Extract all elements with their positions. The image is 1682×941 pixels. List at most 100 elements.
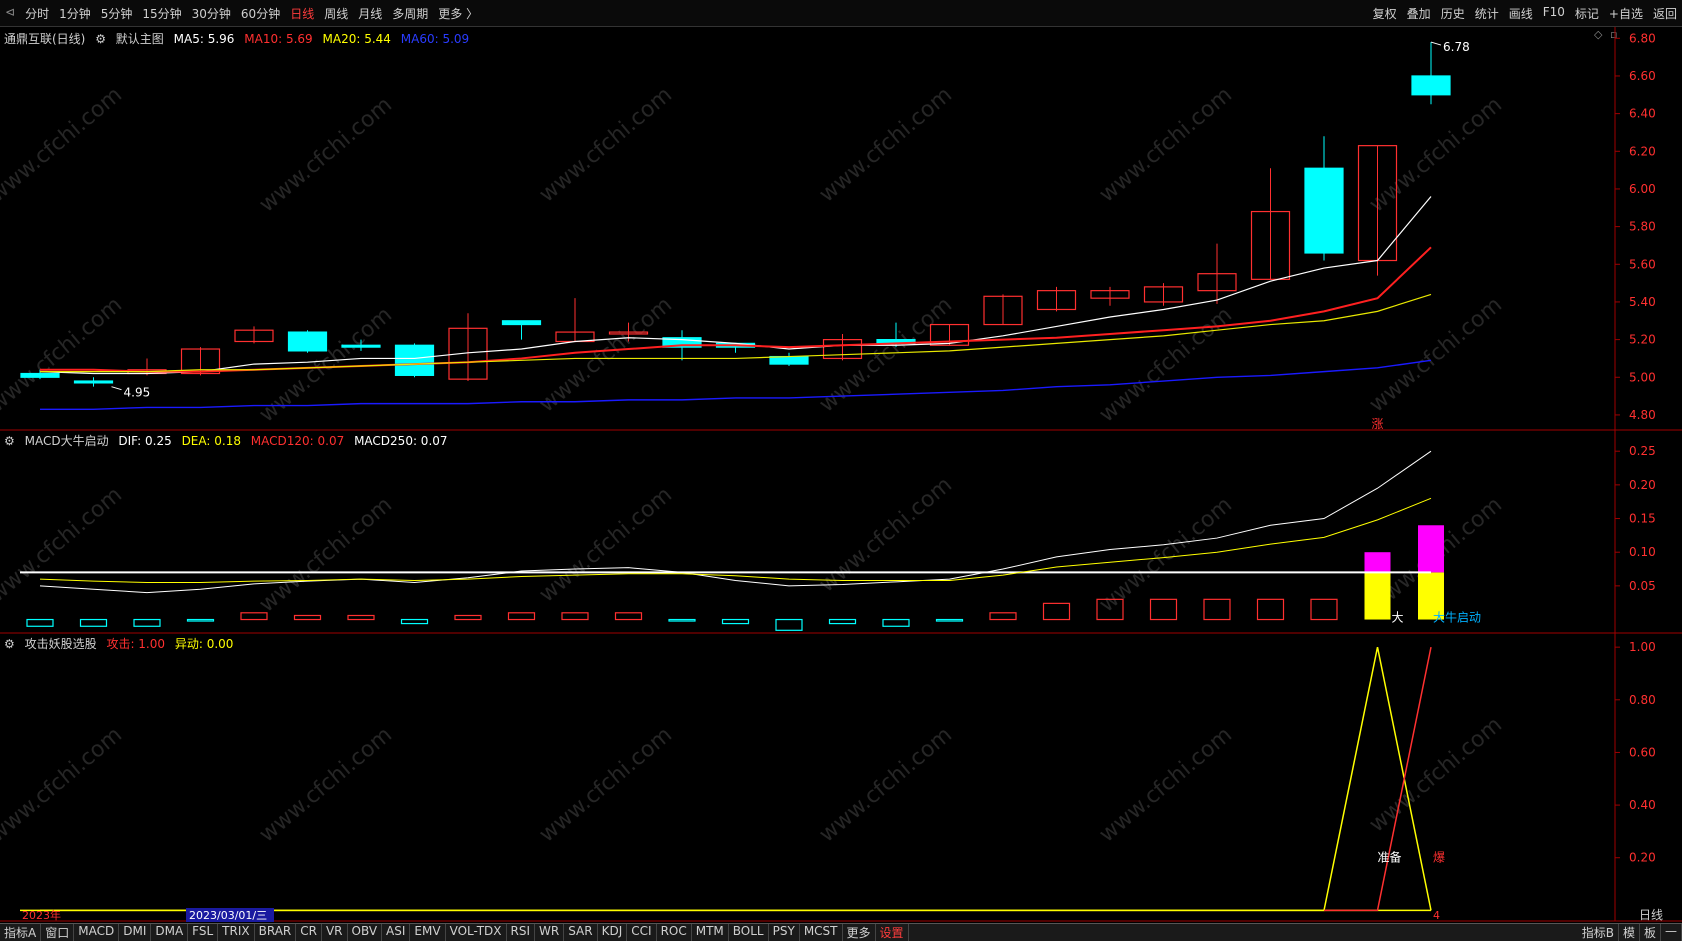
indicator-tab-10[interactable]: OBV bbox=[348, 924, 383, 941]
ready-label: 准备 bbox=[1377, 851, 1401, 865]
indicator-tab-20[interactable]: MTM bbox=[692, 924, 729, 941]
indicator-tab-5[interactable]: FSL bbox=[188, 924, 219, 941]
template-name[interactable]: 默认主图 bbox=[116, 32, 164, 46]
macd-bar bbox=[26, 618, 54, 627]
year-label: 2023年 bbox=[22, 908, 61, 922]
chart-annotations: 6.78 4.95 涨大 大牛启动准备 爆 2023年 2023/03/01/三 4 日线 bbox=[22, 40, 1663, 922]
period-tab-2[interactable]: 5分钟 bbox=[96, 5, 138, 22]
toolbar-button-8[interactable]: 返回 bbox=[1648, 5, 1682, 22]
period-tab-0[interactable]: 分时 bbox=[20, 5, 54, 22]
candle-body bbox=[1250, 210, 1291, 280]
indicator-tab-15[interactable]: WR bbox=[535, 924, 565, 941]
attack-tick-label: 0.20 bbox=[1629, 851, 1656, 865]
candle-body bbox=[1304, 167, 1344, 254]
candle-body bbox=[287, 331, 328, 352]
bottom-right-button-0[interactable]: 指标B bbox=[1578, 924, 1619, 941]
macd-settings-icon[interactable]: ⚙ bbox=[4, 434, 15, 448]
indicator-tab-21[interactable]: BOLL bbox=[729, 924, 769, 941]
candle-body bbox=[608, 331, 649, 335]
period-tab-3[interactable]: 15分钟 bbox=[137, 5, 186, 22]
big-bull-bar-magenta bbox=[1364, 552, 1391, 573]
toolbar-button-5[interactable]: F10 bbox=[1538, 5, 1570, 22]
watermark-text: www.cfchi.com bbox=[535, 722, 677, 847]
bottom-right-button-2[interactable]: 板 bbox=[1640, 924, 1661, 941]
price-tick-label: 4.80 bbox=[1629, 408, 1656, 422]
watermark-text: www.cfchi.com bbox=[1095, 722, 1237, 847]
attack-indicator-name[interactable]: 攻击妖股选股 bbox=[25, 637, 97, 651]
toolbar-button-3[interactable]: 统计 bbox=[1470, 5, 1504, 22]
macd-bar bbox=[507, 612, 536, 621]
indicator-tab-4[interactable]: DMA bbox=[151, 924, 189, 941]
attack-settings-icon[interactable]: ⚙ bbox=[4, 637, 15, 651]
indicator-tab-13[interactable]: VOL-TDX bbox=[446, 924, 507, 941]
candle bbox=[769, 352, 809, 366]
macd-bar bbox=[561, 612, 589, 621]
indicator-tab-6[interactable]: TRIX bbox=[218, 924, 255, 941]
indicator-tab-24[interactable]: 更多 bbox=[843, 924, 876, 941]
dea-line bbox=[39, 497, 1432, 583]
menu-icon[interactable]: ▫ bbox=[1610, 28, 1617, 41]
candle-body bbox=[73, 380, 114, 384]
candle-body bbox=[662, 337, 702, 348]
settings-icon[interactable]: ⚙ bbox=[95, 32, 106, 46]
stock-name[interactable]: 通鼎互联(日线) bbox=[4, 32, 85, 46]
bottom-right-button-1[interactable]: 模 bbox=[1619, 924, 1640, 941]
period-tab-4[interactable]: 30分钟 bbox=[187, 5, 236, 22]
period-tab-8[interactable]: 月线 bbox=[353, 5, 387, 22]
stock-chart[interactable]: www.cfchi.com www.cfchi.com www.cfchi.com w… bbox=[0, 0, 1682, 940]
indicator-tab-9[interactable]: VR bbox=[322, 924, 348, 941]
toolbar-button-1[interactable]: 叠加 bbox=[1402, 5, 1436, 22]
bottom-right-button-3[interactable]: — bbox=[1661, 924, 1682, 941]
indicator-tab-3[interactable]: DMI bbox=[119, 924, 152, 941]
indicator-tab-22[interactable]: PSY bbox=[769, 924, 800, 941]
macd-bar bbox=[1096, 598, 1124, 621]
watermark-text: www.cfchi.com bbox=[255, 722, 397, 847]
candle-body bbox=[20, 372, 60, 378]
indicator-tab-12[interactable]: EMV bbox=[410, 924, 446, 941]
indicator-tab-11[interactable]: ASI bbox=[382, 924, 411, 941]
period-tab-9[interactable]: 多周期 bbox=[387, 5, 433, 22]
main-chart-title: 通鼎互联(日线) ⚙ 默认主图 MA5: 5.96 MA10: 5.69 MA2… bbox=[4, 30, 475, 47]
candle bbox=[555, 298, 595, 343]
abnormal-value: 异动: 0.00 bbox=[174, 637, 234, 651]
watermark-text: www.cfchi.com bbox=[255, 92, 397, 217]
watermark-text: www.cfchi.com bbox=[815, 472, 957, 597]
macd-bar bbox=[1256, 598, 1285, 621]
period-tab-10[interactable]: 更多 〉 bbox=[433, 5, 483, 22]
big-bull-bar-magenta bbox=[1418, 525, 1444, 573]
toolbar-button-6[interactable]: 标记 bbox=[1570, 5, 1604, 22]
month-label: 4 bbox=[1433, 909, 1440, 922]
attack-tick-label: 0.40 bbox=[1629, 798, 1656, 812]
indicator-tab-17[interactable]: KDJ bbox=[598, 924, 628, 941]
period-tab-1[interactable]: 1分钟 bbox=[54, 5, 96, 22]
price-tick-label: 5.00 bbox=[1629, 370, 1656, 384]
indicator-tab-16[interactable]: SAR bbox=[564, 924, 598, 941]
indicator-tab-23[interactable]: MCST bbox=[800, 924, 843, 941]
macd-bar bbox=[454, 614, 482, 621]
toolbar-button-7[interactable]: +自选 bbox=[1604, 5, 1648, 22]
indicator-tab-8[interactable]: CR bbox=[296, 924, 322, 941]
indicator-tab-7[interactable]: BRAR bbox=[255, 924, 297, 941]
indicator-tab-18[interactable]: CCI bbox=[627, 924, 657, 941]
indicator-tab-2[interactable]: MACD bbox=[74, 924, 120, 941]
watermark-text: www.cfchi.com bbox=[255, 302, 397, 427]
indicator-tab-1[interactable]: 窗口 bbox=[41, 924, 75, 941]
indicator-tab-14[interactable]: RSI bbox=[507, 924, 536, 941]
scroll-icon[interactable]: ⊲ bbox=[0, 5, 20, 22]
period-tab-5[interactable]: 60分钟 bbox=[236, 5, 285, 22]
toolbar-button-4[interactable]: 画线 bbox=[1504, 5, 1538, 22]
indicator-tab-19[interactable]: ROC bbox=[657, 924, 692, 941]
period-tab-6[interactable]: 日线 bbox=[285, 5, 319, 22]
watermark-text: www.cfchi.com bbox=[535, 292, 677, 417]
macd-indicator-name[interactable]: MACD大牛启动 bbox=[25, 434, 109, 448]
period-tab-7[interactable]: 周线 bbox=[319, 5, 353, 22]
toolbar-button-2[interactable]: 历史 bbox=[1436, 5, 1470, 22]
diamond-icon[interactable]: ◇ bbox=[1594, 28, 1602, 41]
watermark-text: www.cfchi.com bbox=[0, 722, 127, 847]
macd-bar bbox=[775, 618, 803, 631]
macd-bar bbox=[828, 618, 857, 625]
macd-tick-label: 0.20 bbox=[1629, 478, 1656, 492]
toolbar-button-0[interactable]: 复权 bbox=[1368, 5, 1402, 22]
indicator-tab-0[interactable]: 指标A bbox=[0, 924, 42, 941]
indicator-tab-25[interactable]: 设置 bbox=[876, 924, 909, 941]
